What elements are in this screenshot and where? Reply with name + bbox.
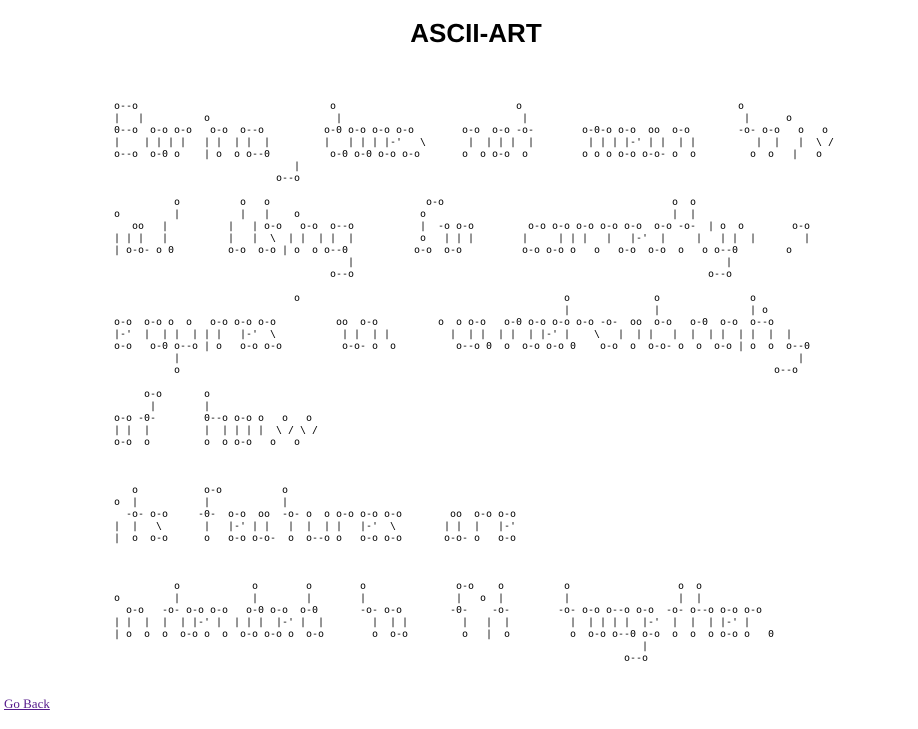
ascii-art-line-5: o o-o o o | | | -o- o-o -0- o-o oo -o- o… (114, 485, 517, 544)
ascii-art-line-3: o o o o | | | o o-o o-o o o o-o o-o o-o … (114, 293, 811, 376)
ascii-art-line-4: o-o o | | o-o -0- 0--o o-o o o o | | | |… (114, 389, 319, 448)
ascii-art-line-6: o o o o o-o o o o o o | | | | | o | | | … (114, 581, 775, 664)
page-title: ASCII-ART (410, 18, 542, 48)
ascii-art-line-2: o o o o-o o o o | | | o o | | oo | | | o… (114, 197, 811, 280)
ascii-art-line-1: o--o o o o | | o | | | o 0--o o-o o-o o-… (114, 101, 835, 184)
go-back-link[interactable]: Go Back (4, 696, 50, 712)
